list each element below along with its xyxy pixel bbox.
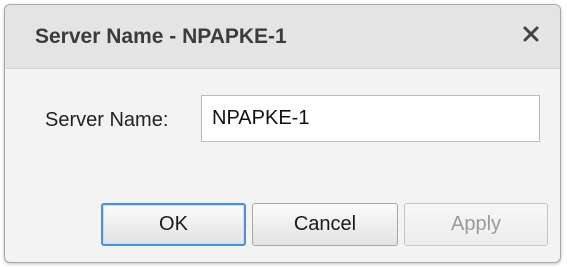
server-name-label: Server Name:: [45, 109, 169, 131]
cancel-button[interactable]: Cancel: [252, 203, 398, 246]
apply-button[interactable]: Apply: [404, 203, 548, 246]
close-button[interactable]: [516, 19, 546, 49]
dialog-titlebar: Server Name - NPAPKE-1: [5, 5, 560, 69]
server-name-dialog: Server Name - NPAPKE-1 Server Name: OK C…: [4, 4, 561, 263]
server-name-input[interactable]: [201, 95, 540, 142]
ok-button[interactable]: OK: [101, 203, 246, 246]
dialog-title: Server Name - NPAPKE-1: [35, 25, 287, 48]
close-icon: [516, 19, 546, 49]
